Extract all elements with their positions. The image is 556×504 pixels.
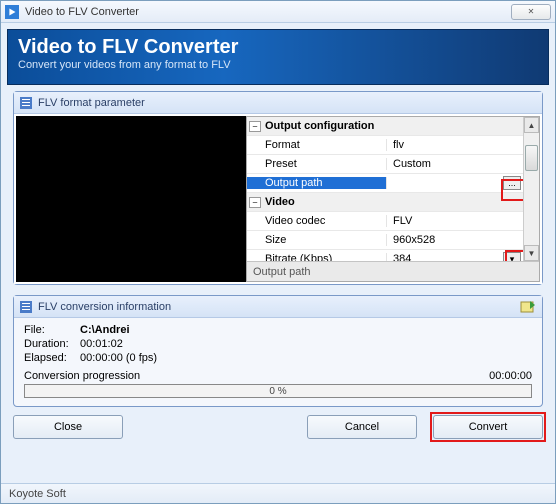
progress-elapsed-time: 00:00:00 [489,370,532,382]
grid-label: Video codec [247,215,387,227]
progress-bar: 0 % [24,384,532,398]
section-label: Video [263,196,403,208]
section-label: Output configuration [263,120,403,132]
grid-section-video[interactable]: – Video [247,193,523,212]
progress-label: Conversion progression [24,370,140,382]
button-row: Close Cancel Convert [13,415,543,439]
info-label: File: [24,324,80,336]
info-value: 00:01:02 [80,338,123,350]
status-bar: Koyote Soft [1,483,555,503]
info-value: 00:00:00 (0 fps) [80,352,157,364]
expander-icon[interactable]: – [249,197,261,208]
progress-line: Conversion progression 00:00:00 [24,370,532,382]
grid-label: Size [247,234,387,246]
cancel-button[interactable]: Cancel [307,415,417,439]
format-panel-title: FLV format parameter [38,97,145,109]
app-icon [5,5,19,19]
info-body: File: C:\Andrei Duration: 00:01:02 Elaps… [14,318,542,406]
info-row-elapsed: Elapsed: 00:00:00 (0 fps) [24,352,532,364]
grid-value: flv [387,139,523,151]
info-row-duration: Duration: 00:01:02 [24,338,532,350]
scroll-thumb[interactable] [525,145,538,171]
info-panel-title: FLV conversion information [38,301,171,313]
grid-row-format[interactable]: Format flv [247,136,523,155]
grid-value: 960x528 [387,234,523,246]
scroll-down-icon[interactable]: ▼ [524,245,539,261]
banner-title: Video to FLV Converter [18,36,538,59]
conversion-info-panel: FLV conversion information File: C:\Andr… [13,295,543,407]
grid-value: FLV [387,215,523,227]
window-close-button[interactable]: ✕ [511,4,551,20]
grid-row-preset[interactable]: Preset Custom [247,155,523,174]
grid-row-video-codec[interactable]: Video codec FLV [247,212,523,231]
app-window: Video to FLV Converter ✕ Video to FLV Co… [0,0,556,504]
grid-value: Custom [387,158,523,170]
info-row-file: File: C:\Andrei [24,324,532,336]
grid-row-output-path[interactable]: Output path ... [247,174,523,193]
grid-label: Preset [247,158,387,170]
status-text: Koyote Soft [9,488,66,500]
scroll-track[interactable] [524,133,539,245]
info-value: C:\Andrei [80,324,130,336]
info-label: Elapsed: [24,352,80,364]
export-icon[interactable] [520,299,536,315]
info-label: Duration: [24,338,80,350]
grid-label: Output path [247,177,387,189]
banner-subtitle: Convert your videos from any format to F… [18,59,538,71]
grid-label: Format [247,139,387,151]
grid-row-size[interactable]: Size 960x528 [247,231,523,250]
highlight-browse [501,179,525,201]
titlebar: Video to FLV Converter ✕ [1,1,555,23]
close-button[interactable]: Close [13,415,123,439]
grid-scrollbar[interactable]: ▲ ▼ [523,117,539,261]
video-preview [16,116,246,282]
panel-header: FLV format parameter [14,92,542,114]
panel-header: FLV conversion information [14,296,542,318]
expander-icon[interactable]: – [249,121,261,132]
document-icon [20,301,32,313]
grid-footer: Output path [247,261,539,281]
banner: Video to FLV Converter Convert your vide… [7,29,549,85]
format-parameter-panel: FLV format parameter – Output configurat… [13,91,543,285]
progress-percent: 0 % [269,386,286,397]
grid-section-output-config[interactable]: – Output configuration [247,117,523,136]
scroll-up-icon[interactable]: ▲ [524,117,539,133]
property-grid: – Output configuration Format flv Preset… [246,116,540,282]
document-icon [20,97,32,109]
window-title: Video to FLV Converter [25,6,139,18]
highlight-convert [430,412,546,442]
format-panel-body: – Output configuration Format flv Preset… [14,114,542,284]
